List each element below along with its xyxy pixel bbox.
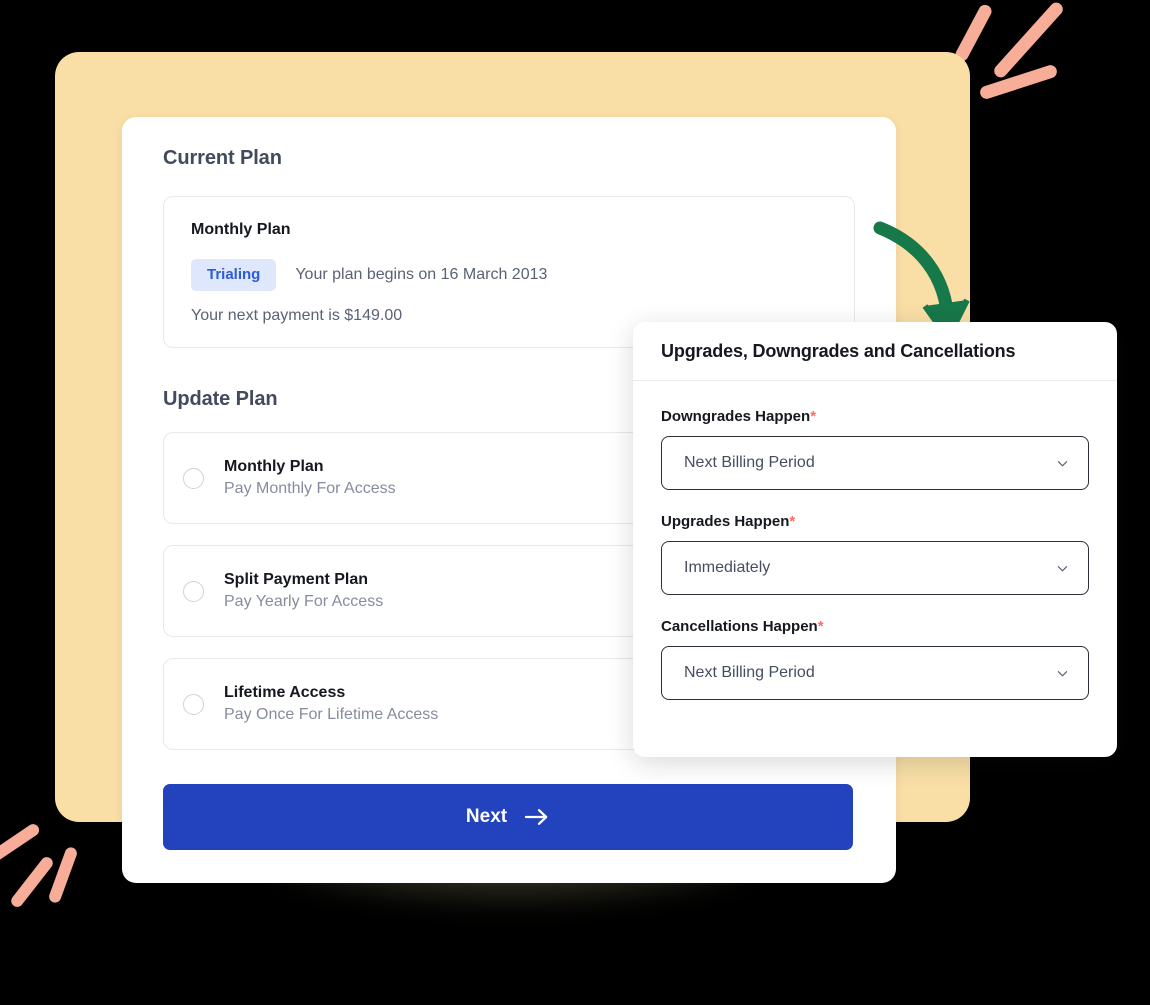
- coral-stroke-decoration: [0, 821, 42, 865]
- plan-start-date-text: Your plan begins on 16 March 2013: [295, 266, 548, 283]
- field-label: Cancellations Happen*: [661, 618, 1089, 635]
- arrow-right-icon: [524, 809, 548, 825]
- select-value: Next Billing Period: [684, 664, 815, 681]
- field-downgrades-happen: Downgrades Happen* Next Billing Period: [661, 408, 1089, 490]
- settings-panel-body: Downgrades Happen* Next Billing Period U…: [633, 381, 1117, 700]
- settings-panel-title: Upgrades, Downgrades and Cancellations: [661, 340, 1016, 361]
- field-label-text: Downgrades Happen: [661, 408, 811, 425]
- plan-option-description: Pay Once For Lifetime Access: [224, 706, 439, 723]
- coral-stroke-decoration: [953, 2, 994, 64]
- radio-button-icon[interactable]: [183, 467, 204, 489]
- upgrades-happen-select[interactable]: Immediately: [661, 541, 1089, 595]
- status-badge: Trialing: [191, 259, 277, 291]
- plan-option-name: Split Payment Plan: [224, 571, 369, 588]
- field-upgrades-happen: Upgrades Happen* Immediately: [661, 513, 1089, 595]
- chevron-down-icon: [1057, 566, 1068, 572]
- next-button-label: Next: [465, 806, 508, 827]
- plan-option-description: Pay Monthly For Access: [224, 480, 396, 497]
- field-label-text: Upgrades Happen: [661, 513, 790, 530]
- page-title: Current Plan: [163, 147, 282, 169]
- screenshot-canvas: Current Plan Monthly Plan Trialing Your …: [0, 0, 1150, 1005]
- chevron-down-icon: [1057, 671, 1068, 677]
- radio-button-icon[interactable]: [183, 580, 204, 602]
- plan-option-name: Monthly Plan: [224, 458, 324, 475]
- chevron-down-icon: [1057, 461, 1068, 467]
- current-plan-name: Monthly Plan: [191, 221, 291, 238]
- plan-status-row: Trialing Your plan begins on 16 March 20…: [191, 259, 827, 291]
- next-button[interactable]: Next: [163, 784, 853, 850]
- coral-stroke-decoration: [8, 854, 56, 910]
- field-cancellations-happen: Cancellations Happen* Next Billing Perio…: [661, 618, 1089, 700]
- radio-button-icon[interactable]: [183, 693, 204, 715]
- plan-option-description: Pay Yearly For Access: [224, 593, 384, 610]
- plan-option-text: Split Payment Plan Pay Yearly For Access: [224, 571, 383, 611]
- settings-panel-header: Upgrades, Downgrades and Cancellations: [633, 322, 1117, 381]
- required-asterisk: *: [817, 618, 824, 635]
- required-asterisk: *: [810, 408, 817, 425]
- field-label: Upgrades Happen*: [661, 513, 1089, 530]
- plan-option-name: Lifetime Access: [224, 684, 346, 701]
- coral-stroke-decoration: [978, 63, 1059, 101]
- required-asterisk: *: [789, 513, 796, 530]
- select-value: Immediately: [684, 559, 771, 576]
- cancellations-happen-select[interactable]: Next Billing Period: [661, 646, 1089, 700]
- upgrades-downgrades-panel: Upgrades, Downgrades and Cancellations D…: [633, 322, 1117, 757]
- field-label: Downgrades Happen*: [661, 408, 1089, 425]
- select-value: Next Billing Period: [684, 454, 815, 471]
- plan-option-text: Monthly Plan Pay Monthly For Access: [224, 458, 396, 498]
- field-label-text: Cancellations Happen: [661, 618, 818, 635]
- plan-option-text: Lifetime Access Pay Once For Lifetime Ac…: [224, 684, 438, 724]
- downgrades-happen-select[interactable]: Next Billing Period: [661, 436, 1089, 490]
